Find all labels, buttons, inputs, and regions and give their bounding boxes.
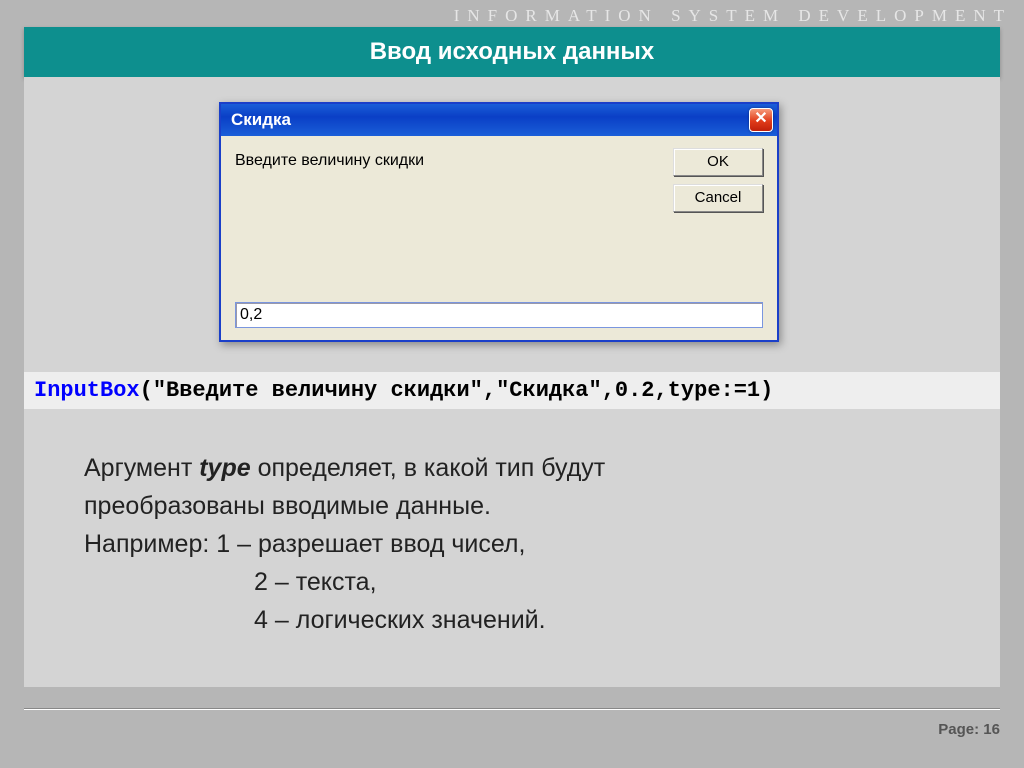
close-icon: ✕ — [754, 110, 767, 127]
dialog-titlebar: Скидка ✕ — [221, 104, 777, 136]
body-line-2: преобразованы вводимые данные. — [84, 487, 944, 525]
body-l1b: определяет, в какой тип будут — [251, 454, 606, 482]
code-arguments: ("Введите величину скидки","Скидка",0.2,… — [140, 378, 774, 403]
footer-divider — [24, 708, 1000, 710]
dialog-body: Введите величину скидки OK Cancel — [221, 136, 777, 342]
header-strip: INFORMATION SYSTEM DEVELOPMENT — [0, 0, 1024, 27]
ok-button[interactable]: OK — [673, 148, 763, 176]
body-l1a: Аргумент — [84, 454, 199, 482]
body-keyword-type: type — [199, 454, 250, 482]
inputbox-dialog: Скидка ✕ Введите величину скидки OK Canc… — [219, 102, 779, 342]
body-line-4: 2 – текста, — [254, 563, 1024, 601]
close-button[interactable]: ✕ — [749, 108, 773, 132]
body-line-1: Аргумент type определяет, в какой тип бу… — [84, 449, 944, 487]
slide-content: Скидка ✕ Введите величину скидки OK Canc… — [24, 77, 1000, 687]
dialog-prompt: Введите величину скидки — [235, 152, 424, 170]
body-line-3: Например: 1 – разрешает ввод чисел, — [84, 525, 944, 563]
cancel-button[interactable]: Cancel — [673, 184, 763, 212]
code-sample: InputBox("Введите величину скидки","Скид… — [24, 372, 1000, 409]
value-input[interactable] — [235, 302, 763, 328]
code-function-name: InputBox — [34, 378, 140, 403]
body-line-5: 4 – логических значений. — [254, 601, 1024, 639]
page-number: Page: 16 — [938, 721, 1000, 738]
dialog-title-text: Скидка — [231, 110, 291, 129]
slide-title: Ввод исходных данных — [24, 27, 1000, 77]
